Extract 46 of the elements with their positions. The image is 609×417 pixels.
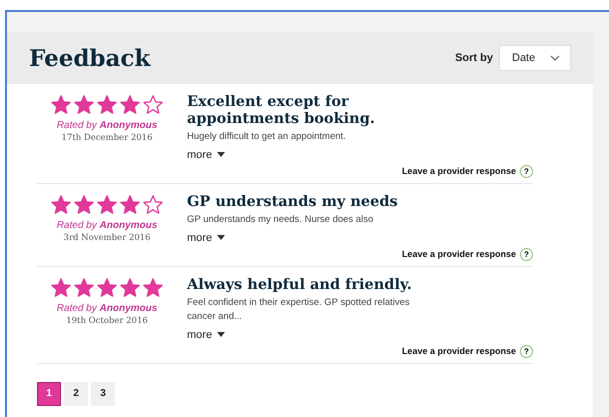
- caret-icon: [217, 235, 226, 240]
- filled-star-icon: [96, 94, 118, 116]
- rated-by-text: Rated by Anonymous: [56, 302, 158, 314]
- caret-icon: [217, 332, 226, 338]
- rated-by-text: Rated by Anonymous: [56, 120, 158, 131]
- empty-star-icon: [142, 194, 164, 216]
- chevron-down-icon: [550, 55, 560, 61]
- review-date: 17th December 2016: [62, 133, 152, 143]
- help-icon[interactable]: ?: [520, 248, 533, 261]
- review-title: Excellent except for appointments booking.: [187, 94, 376, 128]
- more-link[interactable]: more: [187, 232, 226, 244]
- page-button[interactable]: 1: [37, 382, 61, 406]
- filled-star-icon: [73, 194, 95, 216]
- review-text: Hugely difficult to get an appointment.: [187, 130, 347, 144]
- review-text: Feel confident in their expertise. GP spotted relatives cancer and...: [187, 296, 411, 324]
- help-icon[interactable]: ?: [520, 344, 533, 358]
- sort-dropdown[interactable]: Date: [499, 45, 571, 71]
- review-title: Always helpful and friendly.: [187, 276, 413, 294]
- filled-star-icon: [96, 194, 118, 216]
- section-title: Feedback: [29, 44, 150, 72]
- page-button[interactable]: 3: [91, 382, 115, 406]
- caret-icon: [217, 152, 226, 158]
- filled-star-icon: [119, 194, 141, 216]
- more-link[interactable]: more: [187, 148, 226, 161]
- review-date: 3rd November 2016: [64, 232, 150, 243]
- page-button[interactable]: 2: [64, 382, 88, 406]
- filled-star-icon: [96, 276, 118, 299]
- review-date: 19th October 2016: [66, 316, 148, 326]
- filled-star-icon: [73, 276, 95, 299]
- filled-star-icon: [50, 94, 72, 116]
- review-text: GP understands my needs. Nurse does also: [187, 213, 374, 228]
- provider-response-link[interactable]: Leave a provider response: [402, 346, 516, 356]
- provider-response-link[interactable]: Leave a provider response: [402, 166, 516, 176]
- review-title: GP understands my needs: [187, 194, 399, 210]
- rated-by-text: Rated by Anonymous: [56, 220, 158, 231]
- provider-response-link[interactable]: Leave a provider response: [402, 249, 516, 260]
- more-link[interactable]: more: [187, 328, 226, 341]
- filled-star-icon: [119, 276, 141, 299]
- filled-star-icon: [50, 194, 72, 216]
- filled-star-icon: [50, 276, 72, 299]
- help-icon[interactable]: ?: [520, 164, 533, 178]
- sort-label: Sort by: [455, 52, 493, 64]
- empty-star-icon: [142, 94, 164, 116]
- filled-star-icon: [73, 94, 95, 116]
- filled-star-icon: [142, 276, 164, 299]
- filled-star-icon: [119, 94, 141, 116]
